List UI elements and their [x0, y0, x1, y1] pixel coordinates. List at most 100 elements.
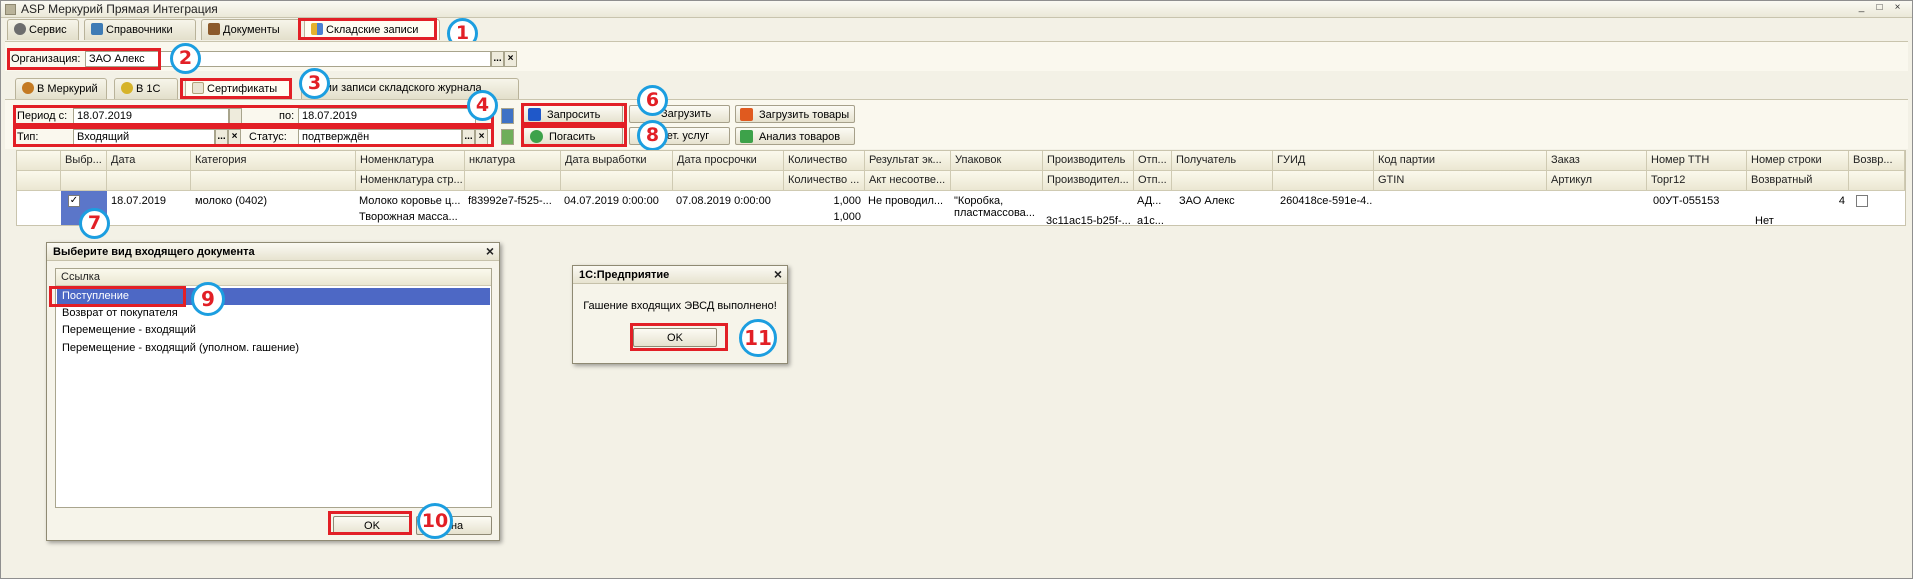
col-production-date[interactable]: Дата выработки [561, 151, 673, 171]
document-type-list: Ссылка Поступление Возврат от покупателя… [55, 268, 492, 508]
col-quantity-2[interactable]: Количество ... [784, 171, 865, 191]
row1-packages: "Коробка, пластмассова... [954, 195, 1035, 219]
step-badge-3: 3 [299, 68, 330, 99]
status-clear-button[interactable]: × [475, 129, 488, 145]
subtab-certificates[interactable]: Сертификаты [185, 78, 292, 99]
row1-line-number: 4 [1838, 195, 1845, 207]
tab-warehouse-records[interactable]: Складские записи [304, 19, 440, 40]
col-order[interactable]: Заказ [1547, 151, 1647, 171]
period-picker-icon[interactable] [501, 108, 514, 124]
records-grid: Выбр... Дата Категория Номенклатура нкла… [16, 150, 1906, 227]
organization-select-button[interactable]: ... [491, 51, 504, 67]
step-badge-9: 9 [191, 282, 225, 316]
col-recipient[interactable]: Получатель [1172, 151, 1273, 171]
tab-documents[interactable]: Документы [201, 19, 301, 40]
period-to-field[interactable]: 18.07.2019 [298, 108, 476, 124]
col-producer[interactable]: Производитель [1043, 151, 1134, 171]
row1-return-checkbox[interactable] [1856, 195, 1868, 207]
col-guid[interactable]: ГУИД [1273, 151, 1374, 171]
col-sender-2[interactable]: Отп... [1134, 171, 1172, 191]
redeem-button[interactable]: Погасить [523, 127, 623, 145]
goods-analysis-button[interactable]: Анализ товаров [735, 127, 855, 145]
col-indicator [17, 151, 61, 171]
minimize-button[interactable]: _ [1855, 2, 1868, 15]
calendar-icon[interactable] [229, 108, 242, 124]
ok-button[interactable]: OK [333, 516, 411, 535]
col-exam-result[interactable]: Результат эк... [865, 151, 951, 171]
col-blank [1172, 171, 1273, 191]
list-item-transfer-in-authorized[interactable]: Перемещение - входящий (уполном. гашение… [57, 340, 490, 357]
restore-button[interactable]: □ [1873, 2, 1886, 15]
col-gtin[interactable]: GTIN [1374, 171, 1547, 191]
row1-category: молоко (0402) [195, 195, 268, 207]
list-item-transfer-in[interactable]: Перемещение - входящий [57, 322, 490, 339]
col-date[interactable]: Дата [107, 151, 191, 171]
type-clear-button[interactable]: × [228, 129, 241, 145]
row1-guid: 260418ce-591e-4... [1280, 195, 1372, 207]
col-nomenclature-line[interactable]: Номенклатура стр... [356, 171, 465, 191]
col-nomenclature[interactable]: Номенклатура [356, 151, 465, 171]
row1-ttn-number: 00УТ-055153 [1653, 195, 1720, 207]
list-item-receipt[interactable]: Поступление [57, 288, 490, 305]
period-from-field[interactable]: 18.07.2019 [73, 108, 229, 124]
analysis-icon [740, 130, 753, 143]
step-badge-11: 11 [739, 319, 777, 357]
tab-label: Справочники [106, 24, 173, 36]
row-select-checkbox[interactable]: ✓ [68, 195, 80, 207]
row1-nomenclature-code: f83992e7-f525-... [468, 195, 552, 207]
list-column-header: Ссылка [56, 269, 491, 286]
boxes-icon [311, 23, 323, 35]
document-dialog-title-text: Выберите вид входящего документа [53, 246, 255, 258]
col-sender[interactable]: Отп... [1134, 151, 1172, 171]
col-expiry-date[interactable]: Дата просрочки [673, 151, 784, 171]
col-batch-code[interactable]: Код партии [1374, 151, 1547, 171]
gear-icon [14, 23, 26, 35]
app-icon [5, 4, 16, 15]
tab-service[interactable]: Сервис [7, 19, 79, 40]
message-ok-button[interactable]: OK [633, 328, 717, 347]
certificate-icon [192, 82, 204, 94]
close-button[interactable]: × [1891, 2, 1904, 15]
col-nonconformity-act[interactable]: Акт несоотве... [865, 171, 951, 191]
subtab-label: ерсии записи складского журнала [308, 82, 482, 94]
col-ttn-number[interactable]: Номер ТТН [1647, 151, 1747, 171]
request-label: Запросить [547, 109, 601, 121]
organization-clear-button[interactable]: × [504, 51, 517, 67]
close-icon[interactable]: × [486, 244, 494, 258]
type-select-button[interactable]: ... [215, 129, 228, 145]
tab-label: Сервис [29, 24, 67, 36]
col-article[interactable]: Артикул [1547, 171, 1647, 191]
col-quantity[interactable]: Количество [784, 151, 865, 171]
subtab-to-1c[interactable]: В 1С [114, 78, 178, 99]
refresh-icon[interactable] [501, 129, 514, 145]
col-line-number[interactable]: Номер строки [1747, 151, 1849, 171]
request-button[interactable]: Запросить [523, 105, 623, 123]
row1-exam-result: Не проводил... [868, 195, 944, 207]
subtab-to-mercury[interactable]: В Меркурий [15, 78, 107, 99]
status-select-button[interactable]: ... [462, 129, 475, 145]
col-select[interactable]: Выбр... [61, 151, 107, 171]
book-icon [91, 23, 103, 35]
col-producer-2[interactable]: Производител... [1043, 171, 1134, 191]
row2-producer: 3c11ac15-b25f-... [1046, 215, 1131, 227]
load-goods-button[interactable]: Загрузить товары [735, 105, 855, 123]
close-icon[interactable]: × [774, 267, 782, 281]
col-nomenclature-code[interactable]: нклатура [465, 151, 561, 171]
document-dialog-title: Выберите вид входящего документа × [47, 243, 499, 261]
col-blank [107, 171, 191, 191]
col-torg12[interactable]: Торг12 [1647, 171, 1747, 191]
col-returnable[interactable]: Возвратный [1747, 171, 1849, 191]
list-item-customer-return[interactable]: Возврат от покупателя [57, 305, 490, 322]
status-field[interactable]: подтверждён [298, 129, 462, 145]
col-return[interactable]: Возвр... [1849, 151, 1905, 171]
col-category[interactable]: Категория [191, 151, 356, 171]
type-field[interactable]: Входящий [73, 129, 215, 145]
organization-field[interactable]: ЗАО Алекс [85, 51, 491, 67]
load-goods-label: Загрузить товары [759, 109, 850, 121]
title-bar: ASP Меркурий Прямая Интеграция _ □ × [1, 1, 1912, 18]
col-blank [951, 171, 1043, 191]
tab-directories[interactable]: Справочники [84, 19, 196, 40]
row1-production-date: 04.07.2019 0:00:00 [564, 195, 659, 207]
row1-nomenclature: Молоко коровье ц... [359, 195, 461, 207]
col-packages[interactable]: Упаковок [951, 151, 1043, 171]
